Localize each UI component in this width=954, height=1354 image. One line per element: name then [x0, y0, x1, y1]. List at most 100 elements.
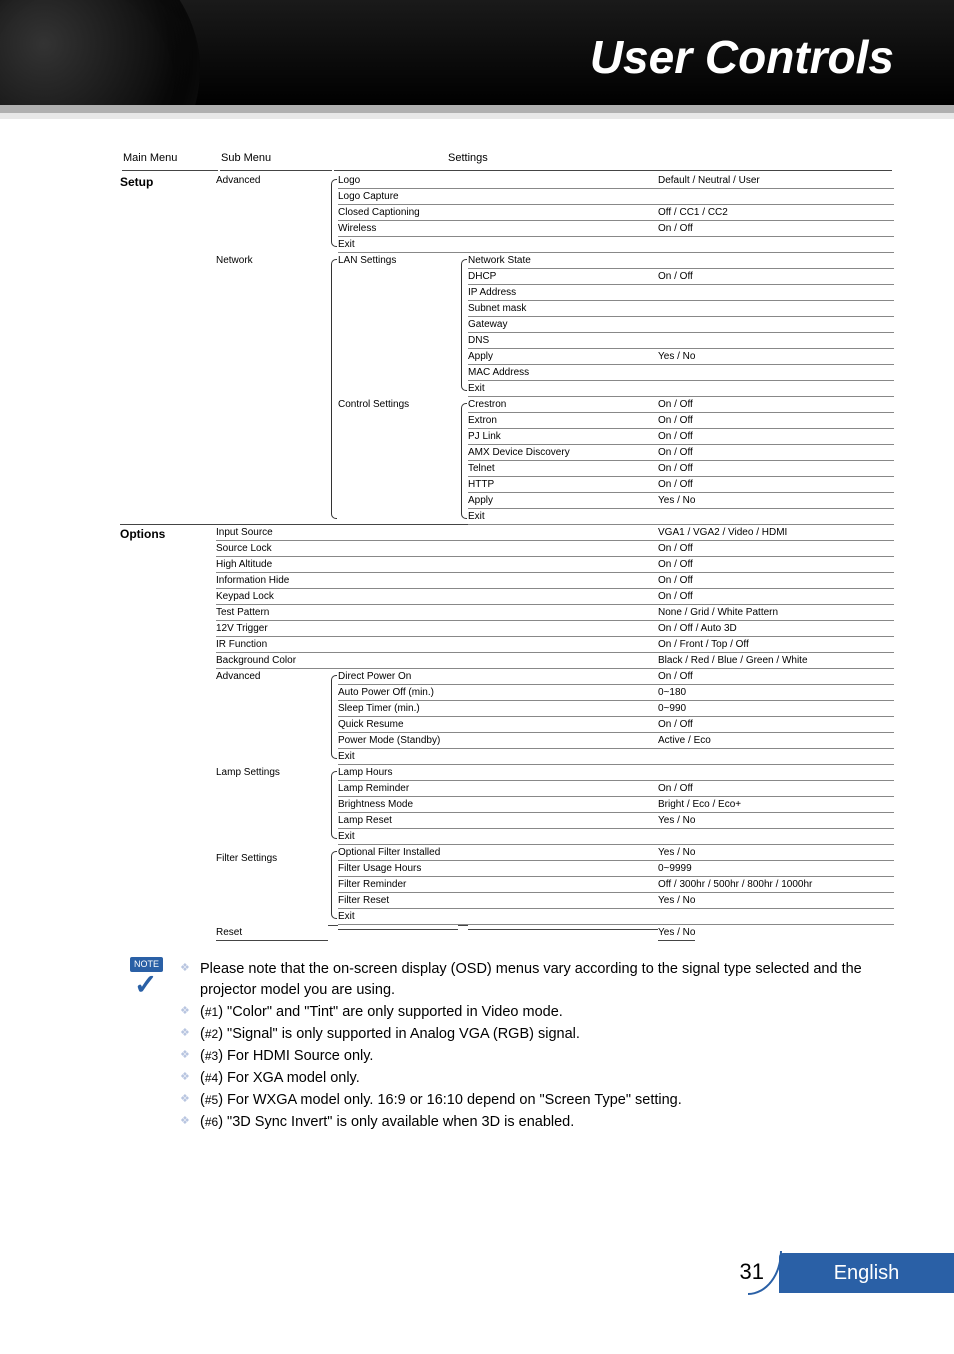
setting-value: On / Off / Auto 3D — [658, 621, 894, 637]
note-item: (#1) "Color" and "Tint" are only support… — [180, 1002, 894, 1023]
setting-name: Sleep Timer (min.) — [338, 701, 658, 717]
setting-name: DHCP — [468, 269, 658, 285]
setting-value — [658, 317, 894, 333]
setting-name: HTTP — [468, 477, 658, 493]
setting-name: Lamp Hours — [338, 765, 658, 781]
setting-value: On / Off — [658, 717, 894, 733]
setting-name: Lamp Reminder — [338, 781, 658, 797]
setting-value — [658, 189, 894, 205]
sub-opt-advanced: Advanced — [216, 669, 328, 765]
setting-name: Logo Capture — [338, 189, 658, 205]
setting-value: Yes / No — [658, 845, 894, 861]
setting-value: On / Off — [658, 269, 894, 285]
note-item: (#2) "Signal" is only supported in Analo… — [180, 1024, 894, 1045]
setting-value: On / Off — [658, 461, 894, 477]
setting-name: Brightness Mode — [338, 797, 658, 813]
setting-name: Filter Reminder — [338, 877, 658, 893]
setting-value — [658, 285, 894, 301]
setting-value — [658, 301, 894, 317]
submenu-item: Information Hide — [216, 573, 328, 589]
setting-value: On / Off — [658, 669, 894, 685]
setting-value — [658, 237, 894, 253]
brace-icon — [328, 173, 338, 253]
setting-value: Off / CC1 / CC2 — [658, 205, 894, 221]
setting-value: On / Off — [658, 429, 894, 445]
setting-value: Black / Red / Blue / Green / White — [658, 653, 894, 669]
setting-name: Exit — [338, 909, 658, 925]
note-item: (#4) For XGA model only. — [180, 1068, 894, 1089]
set-lan: LAN Settings — [338, 253, 458, 397]
setting-name: Wireless — [338, 221, 658, 237]
setting-name: Exit — [468, 381, 658, 397]
setting-value — [658, 909, 894, 925]
setting-name: IP Address — [468, 285, 658, 301]
setting-value: Off / 300hr / 500hr / 800hr / 1000hr — [658, 877, 894, 893]
setting-value: Yes / No — [658, 349, 894, 365]
setting-name: Optional Filter Installed — [338, 845, 658, 861]
sub-advanced: Advanced — [216, 173, 328, 253]
setting-value: On / Off — [658, 557, 894, 573]
setting-value: On / Off — [658, 541, 894, 557]
setting-name: Direct Power On — [338, 669, 658, 685]
brace-icon — [328, 253, 338, 525]
setting-value: VGA1 / VGA2 / Video / HDMI — [658, 525, 894, 541]
submenu-item: Input Source — [216, 525, 328, 541]
col-sub: Sub Menu — [220, 151, 332, 171]
col-settings: Settings — [334, 151, 892, 171]
submenu-item: 12V Trigger — [216, 621, 328, 637]
setting-name: DNS — [468, 333, 658, 349]
setting-value: On / Off — [658, 477, 894, 493]
brace-icon — [328, 669, 338, 765]
setting-name: Subnet mask — [468, 301, 658, 317]
setting-value — [658, 749, 894, 765]
brace-icon — [458, 397, 468, 525]
set-control: Control Settings — [338, 397, 458, 525]
setting-name: Apply — [468, 493, 658, 509]
note-item: (#5) For WXGA model only. 16:9 or 16:10 … — [180, 1090, 894, 1111]
setting-value — [658, 829, 894, 845]
setting-name: PJ Link — [468, 429, 658, 445]
setting-value: On / Off — [658, 413, 894, 429]
setting-name: AMX Device Discovery — [468, 445, 658, 461]
setting-name: Filter Reset — [338, 893, 658, 909]
check-icon: ✓ — [134, 965, 157, 1006]
setting-name: Exit — [338, 749, 658, 765]
main-setup: Setup — [120, 173, 216, 189]
setting-name: Lamp Reset — [338, 813, 658, 829]
setting-value — [658, 365, 894, 381]
reset-val: Yes / No — [658, 925, 695, 941]
setting-name: MAC Address — [468, 365, 658, 381]
submenu-item: Background Color — [216, 653, 328, 669]
setting-value: On / Off — [658, 397, 894, 413]
setting-value: Yes / No — [658, 493, 894, 509]
sub-reset: Reset — [216, 925, 328, 941]
setting-name: Apply — [468, 349, 658, 365]
setting-value — [658, 765, 894, 781]
setting-value: On / Front / Top / Off — [658, 637, 894, 653]
setting-name: Logo — [338, 173, 658, 189]
setting-value: On / Off — [658, 781, 894, 797]
submenu-item: Test Pattern — [216, 605, 328, 621]
setting-name: Extron — [468, 413, 658, 429]
setting-value — [658, 509, 894, 525]
page-footer: 31 English — [0, 1243, 954, 1293]
note-item: (#6) "3D Sync Invert" is only available … — [180, 1112, 894, 1133]
setting-name: Power Mode (Standby) — [338, 733, 658, 749]
sub-lamp: Lamp Settings — [216, 765, 328, 845]
sub-network: Network — [216, 253, 328, 525]
setting-name: Filter Usage Hours — [338, 861, 658, 877]
submenu-item: Keypad Lock — [216, 589, 328, 605]
setting-name: Exit — [338, 829, 658, 845]
setting-value: On / Off — [658, 589, 894, 605]
header-divider — [0, 105, 954, 113]
setting-value: 0~180 — [658, 685, 894, 701]
setting-value: On / Off — [658, 445, 894, 461]
setting-name: Exit — [468, 509, 658, 525]
setting-value: Active / Eco — [658, 733, 894, 749]
setting-value — [658, 333, 894, 349]
setting-value: 0~9999 — [658, 861, 894, 877]
setting-value: On / Off — [658, 573, 894, 589]
setting-value: Default / Neutral / User — [658, 173, 894, 189]
setting-name: Telnet — [468, 461, 658, 477]
setting-value: None / Grid / White Pattern — [658, 605, 894, 621]
